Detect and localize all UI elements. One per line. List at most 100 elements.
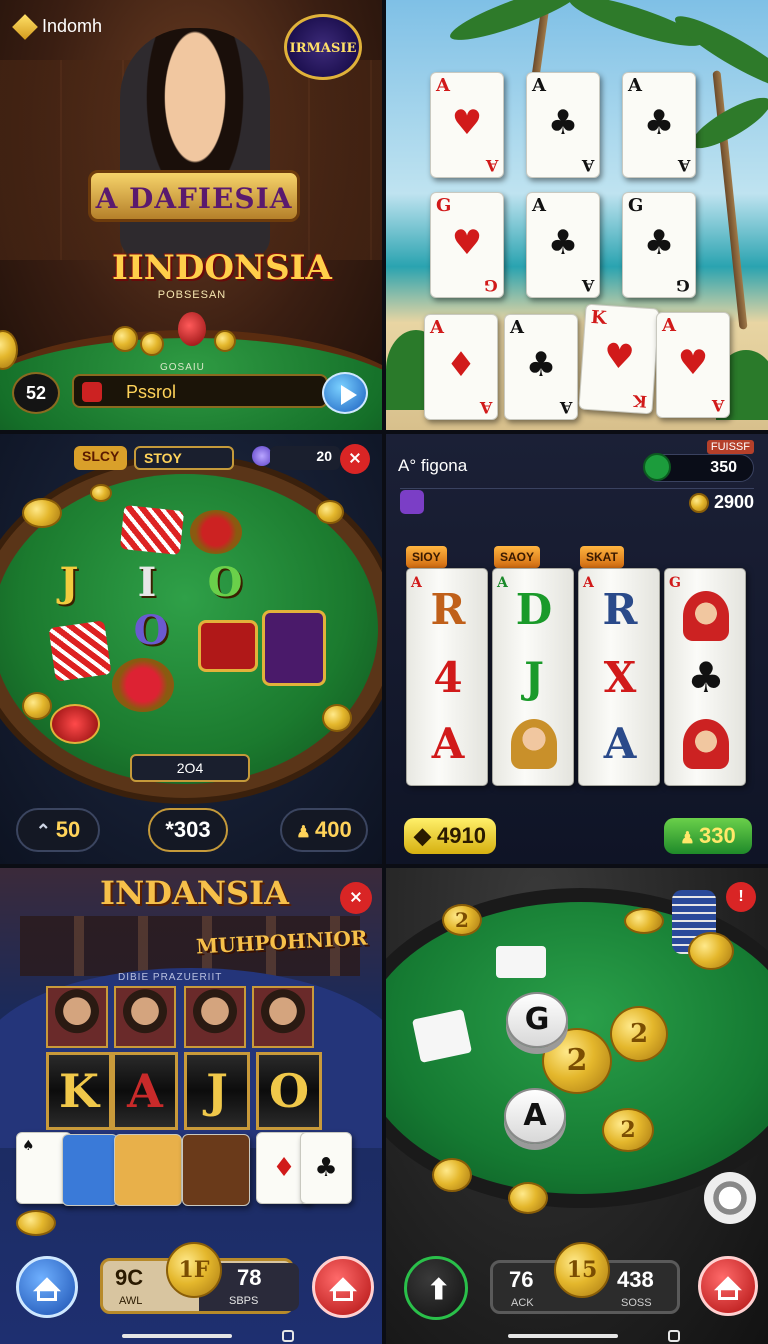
tiny-caption: DIBIE PRAZUERIIT xyxy=(118,972,223,983)
playing-card[interactable]: A ♣ A xyxy=(526,72,600,178)
right-caption: SOSS xyxy=(621,1297,652,1309)
gold-coin: 2 xyxy=(610,1006,668,1062)
playing-card[interactable] xyxy=(114,1134,182,1206)
playing-card[interactable]: K ♥ K xyxy=(578,303,660,415)
menu-icon[interactable] xyxy=(400,490,424,514)
table-text: GOSAIU xyxy=(160,362,205,373)
center-coin[interactable]: 1F xyxy=(166,1242,222,1298)
coin-icon xyxy=(688,493,709,514)
card-rank: A xyxy=(581,156,594,175)
panel-round-table: SLCY STOY 20 ⨯ J I O O 2O4 ⌃ 50 *303 ♟ 4… xyxy=(0,434,382,864)
orb-icon xyxy=(252,446,272,466)
card-suit: ♣ xyxy=(525,345,557,385)
win-button[interactable]: ♟ 330 xyxy=(664,818,752,854)
reel-column[interactable]: A R 4 A xyxy=(406,568,488,786)
card-suit: ♠ xyxy=(22,1138,35,1154)
divider xyxy=(400,488,754,489)
tag-left[interactable]: SLCY xyxy=(74,446,128,470)
playing-card[interactable]: A ♦ A xyxy=(424,314,498,420)
logo-badge: IRMASIE xyxy=(284,14,362,80)
reel-column[interactable]: A R X A xyxy=(578,568,660,786)
left-caption: ACK xyxy=(511,1297,534,1309)
apple-icon xyxy=(178,312,206,346)
slot-reel: J xyxy=(184,1052,250,1130)
playing-card[interactable]: G ♥ G xyxy=(430,192,504,298)
playing-card[interactable]: A ♣ A xyxy=(622,72,696,178)
chip-stack xyxy=(214,330,236,352)
portrait-tile xyxy=(262,610,326,686)
reel-column[interactable]: G ♣ xyxy=(664,568,746,786)
action-bar[interactable]: Pssrol xyxy=(72,374,328,408)
coin-balance: 2900 xyxy=(688,492,754,514)
letter-disk-a[interactable]: A xyxy=(504,1088,566,1144)
system-nav-bar xyxy=(0,1328,382,1344)
close-button[interactable]: ! xyxy=(726,882,756,912)
banner-text: A DAFIESIA xyxy=(95,182,293,215)
reel-column[interactable]: A D J xyxy=(492,568,574,786)
recents-icon[interactable] xyxy=(668,1330,680,1342)
stat-left[interactable]: ⌃ 50 xyxy=(16,808,100,852)
card-suit: ♣ xyxy=(643,103,675,143)
card-rank: G xyxy=(676,276,690,295)
close-button[interactable]: ⨯ xyxy=(340,882,372,914)
player-portrait[interactable] xyxy=(46,986,108,1048)
home-gesture-bar[interactable] xyxy=(122,1334,232,1338)
game-title: INDANSIA xyxy=(100,874,289,912)
player-portrait[interactable] xyxy=(252,986,314,1048)
recents-icon[interactable] xyxy=(282,1330,294,1342)
stat-mid[interactable]: *303 xyxy=(148,808,228,852)
home-gesture-bar[interactable] xyxy=(508,1334,618,1338)
stat-right[interactable]: ♟ 400 xyxy=(280,808,368,852)
playing-card[interactable] xyxy=(182,1134,250,1206)
panel-beach-cards: A ♥ A A ♣ A A ♣ A G ♥ G A ♣ A G ♣ G A ♦ A A ♣ A K ♥ K A ♥ A xyxy=(386,0,768,430)
score-display: 20 xyxy=(270,446,340,470)
card-rank: G xyxy=(436,195,452,216)
playing-card[interactable]: A ♣ A xyxy=(526,192,600,298)
dice-box xyxy=(119,504,185,556)
chip-stack xyxy=(112,326,138,352)
tag-mid[interactable]: STOY xyxy=(134,446,234,470)
coin-icon: ♟ xyxy=(680,830,700,847)
bet-button[interactable]: ◆ 4910 xyxy=(404,818,496,854)
red-chip xyxy=(50,704,100,744)
home-button-red[interactable] xyxy=(312,1256,374,1318)
brand-text: figona xyxy=(420,456,468,475)
hostess-illustration xyxy=(120,28,270,258)
card-suit: ♥ xyxy=(451,223,483,263)
settings-gear-icon[interactable] xyxy=(704,1172,756,1224)
card-suit: ♥ xyxy=(602,335,636,379)
column-mid: ♣ xyxy=(687,653,725,702)
gold-coin: 2 xyxy=(602,1108,654,1152)
search-icon[interactable] xyxy=(643,453,671,481)
counter-button[interactable]: 52 xyxy=(12,372,60,414)
column-top: R xyxy=(430,585,466,634)
up-arrow-button[interactable]: ⬆ xyxy=(404,1256,468,1320)
home-button-blue[interactable] xyxy=(16,1256,78,1318)
player-portrait[interactable] xyxy=(114,986,176,1048)
column-bottom: A xyxy=(431,719,465,768)
slot-reel: A xyxy=(112,1052,178,1130)
center-coin[interactable]: 15 xyxy=(554,1242,610,1298)
slot-reel: O xyxy=(256,1052,322,1130)
letter-disk-g[interactable]: G xyxy=(506,992,568,1048)
playing-card[interactable]: A ♣ A xyxy=(504,314,578,420)
playing-card[interactable]: ♣ xyxy=(300,1132,352,1204)
playing-card[interactable] xyxy=(62,1134,118,1206)
chevron-up-icon: ⌃ xyxy=(35,821,56,841)
bar-label: Pssrol xyxy=(126,382,177,402)
play-button[interactable] xyxy=(322,372,368,414)
player-portrait[interactable] xyxy=(184,986,246,1048)
slot-letter: J xyxy=(59,559,79,606)
gold-coin xyxy=(508,1182,548,1214)
character-icon xyxy=(683,591,729,641)
card-row: ♠ ♦ ♣ xyxy=(16,1132,356,1208)
playing-card[interactable]: A ♥ A xyxy=(656,312,730,418)
playing-card[interactable]: A ♥ A xyxy=(430,72,504,178)
title-banner: A DAFIESIA xyxy=(88,170,300,222)
playing-card[interactable]: G ♣ G xyxy=(622,192,696,298)
gold-coin xyxy=(624,908,664,934)
card-suit: ♥ xyxy=(451,103,483,143)
home-button-red[interactable] xyxy=(698,1256,758,1316)
treasure-pot xyxy=(190,510,242,554)
close-button[interactable]: ⨯ xyxy=(340,444,370,474)
